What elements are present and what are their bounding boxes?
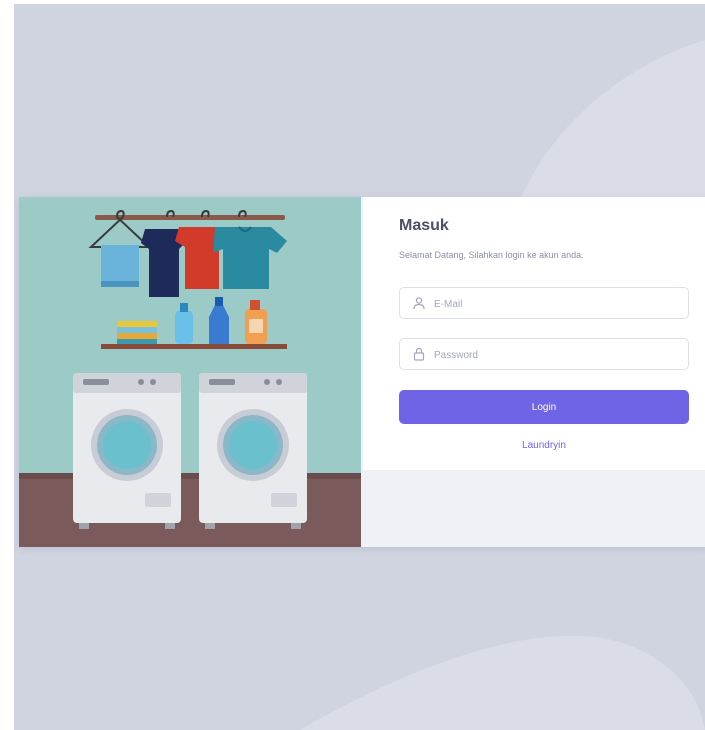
lock-icon (413, 347, 425, 361)
password-field (399, 338, 689, 371)
laundry-illustration (19, 197, 361, 547)
login-button[interactable]: Login (399, 390, 689, 424)
frame-edge-top (0, 0, 705, 4)
email-field (399, 287, 689, 320)
login-subtitle: Selamat Datang, Silahkan login ke akun a… (399, 250, 584, 260)
login-title: Masuk (399, 217, 449, 234)
login-card: Masuk Selamat Datang, Silahkan login ke … (19, 197, 705, 547)
brand-link[interactable]: Laundryin (399, 440, 689, 451)
password-input[interactable] (432, 339, 686, 371)
user-icon (413, 297, 425, 310)
frame-edge-left (0, 0, 14, 730)
login-form-panel: Masuk Selamat Datang, Silahkan login ke … (363, 197, 705, 470)
email-input[interactable] (432, 288, 686, 320)
